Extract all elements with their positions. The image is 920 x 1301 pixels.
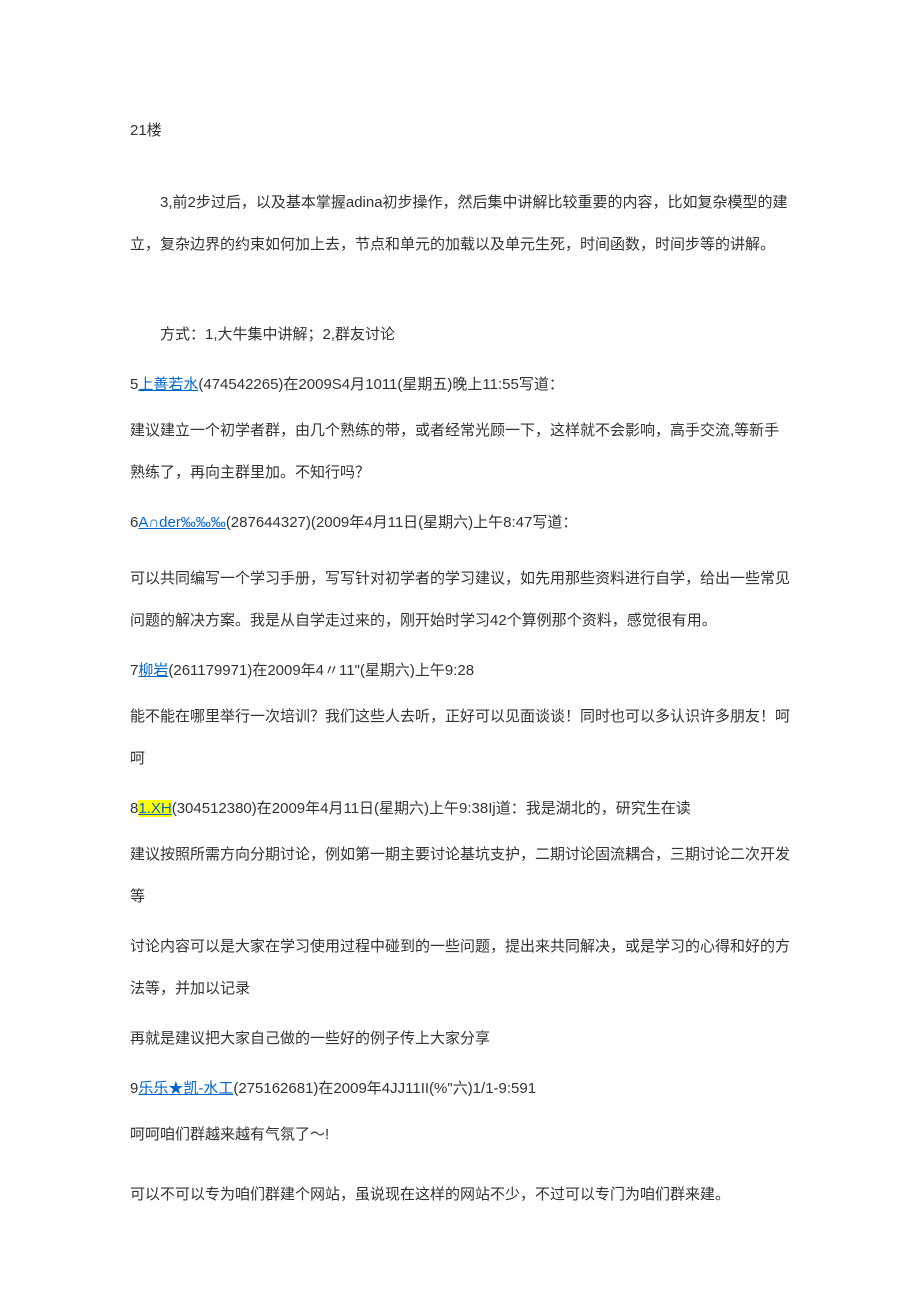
entry3-body: 3,前2步过后，以及基本掌握adina初步操作，然后集中讲解比较重要的内容，比如… <box>130 182 790 266</box>
entry5-meta-text: (474542265)在2009S4月1011(星期五)晚上11:55写道： <box>198 376 563 393</box>
entry8-meta: 81.XH(304512380)在2009年4月11日(星期六)上午9:38Ij… <box>130 788 790 830</box>
entry7-meta-text: (261179971)在2009年4〃11"(星期六)上午9:28 <box>168 662 474 679</box>
entry7-body: 能不能在哪里举行一次培训？我们这些人去听，正好可以见面谈谈！同时也可以多认识许多… <box>130 696 790 780</box>
entry7-meta: 7柳岩(261179971)在2009年4〃11"(星期六)上午9:28 <box>130 650 790 692</box>
entry8-meta-text: (304512380)在2009年4月11日(星期六)上午9:38Ij道：我是湖… <box>172 800 691 817</box>
entry8-body3: 再就是建议把大家自己做的一些好的例子传上大家分享 <box>130 1018 790 1060</box>
floor-label: 21楼 <box>130 110 790 152</box>
entry5-body: 建议建立一个初学者群，由几个熟练的带，或者经常光顾一下，这样就不会影响，高手交流… <box>130 410 790 494</box>
entry6-name-link[interactable]: A∩der‰‰‰ <box>138 514 225 531</box>
entry8-body2: 讨论内容可以是大家在学习使用过程中碰到的一些问题，提出来共同解决，或是学习的心得… <box>130 926 790 1010</box>
entry7-name-link[interactable]: 柳岩 <box>138 662 168 679</box>
entry9-body2: 可以不可以专为咱们群建个网站，虽说现在这样的网站不少，不过可以专门为咱们群来建。 <box>130 1174 790 1216</box>
entry6-body: 可以共同编写一个学习手册，写写针对初学者的学习建议，如先用那些资料进行自学，给出… <box>130 558 790 642</box>
entry9-body1: 呵呵咱们群越来越有气氛了～! <box>130 1114 790 1156</box>
entry6-meta-text: (287644327)(2009年4月11日(星期六)上午8:47写道： <box>226 514 578 531</box>
entry9-meta-text: (275162681)在2009年4JJ11II(%"六)1/1-9:591 <box>233 1080 536 1097</box>
entry8-name-link[interactable]: 1.XH <box>138 800 171 817</box>
entry9-name-link[interactable]: 乐乐★凯-水工 <box>138 1080 233 1097</box>
entry3-method: 方式：1,大牛集中讲解；2,群友讨论 <box>130 314 790 356</box>
entry9-meta: 9乐乐★凯-水工(275162681)在2009年4JJ11II(%"六)1/1… <box>130 1068 790 1110</box>
entry5-meta: 5上善若水(474542265)在2009S4月1011(星期五)晚上11:55… <box>130 364 790 406</box>
entry8-body1: 建议按照所需方向分期讨论，例如第一期主要讨论基坑支护，二期讨论固流耦合，三期讨论… <box>130 834 790 918</box>
entry5-name-link[interactable]: 上善若水 <box>138 376 198 393</box>
entry6-meta: 6A∩der‰‰‰(287644327)(2009年4月11日(星期六)上午8:… <box>130 502 790 544</box>
